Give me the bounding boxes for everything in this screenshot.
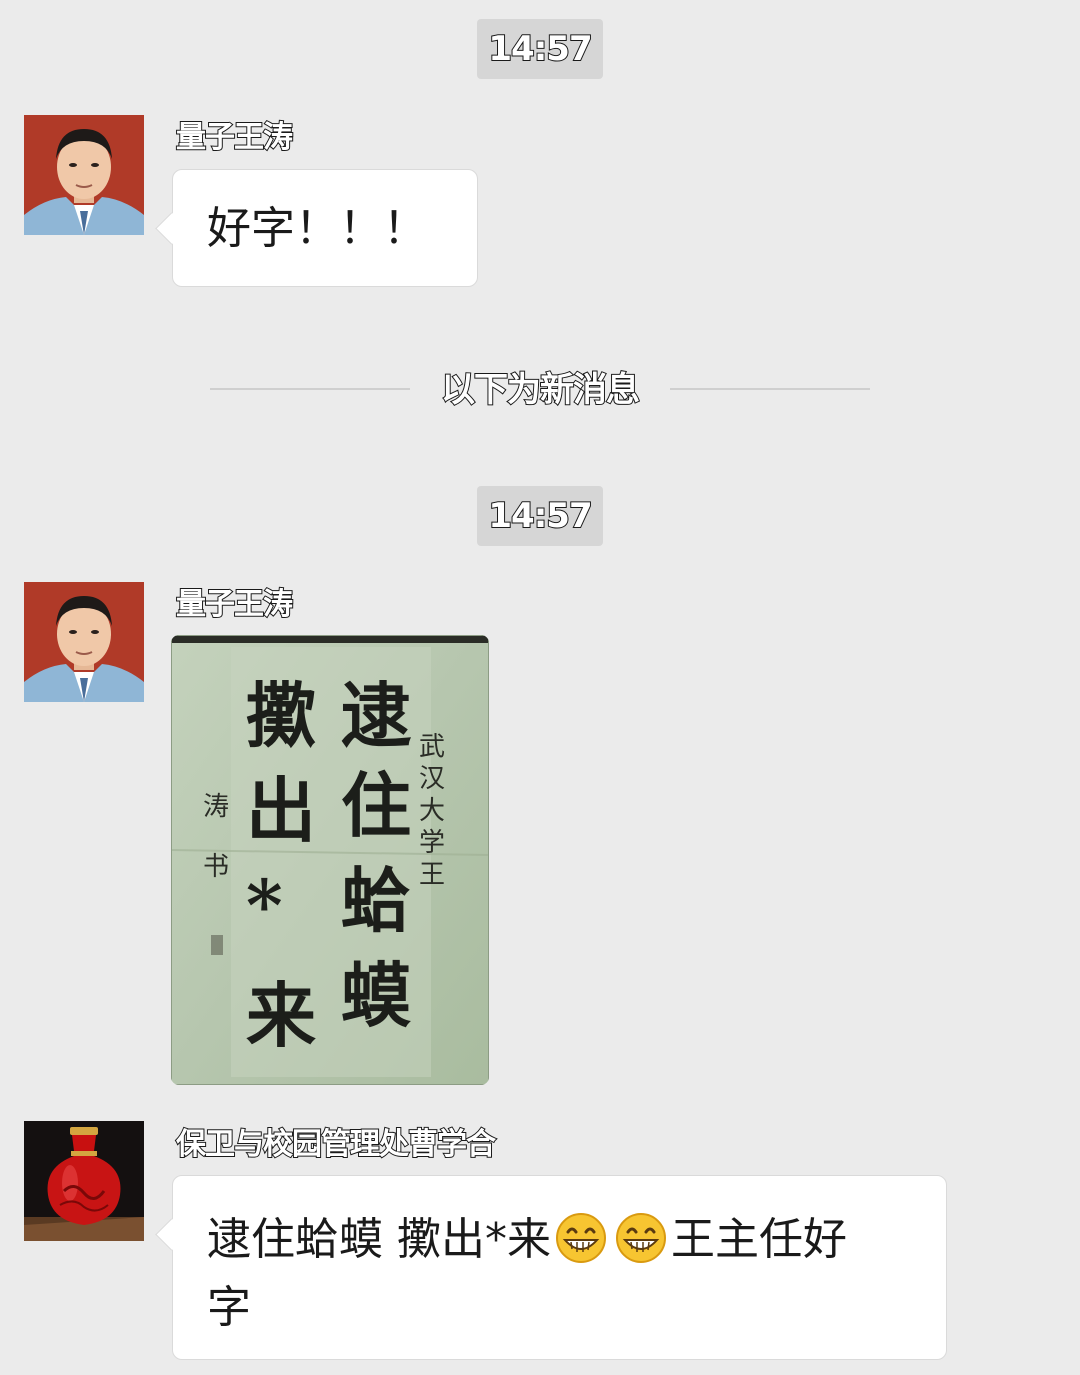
inscription-char: 武 (419, 732, 445, 762)
message-text-line2: 字 (207, 1282, 251, 1333)
portrait-man-icon (24, 115, 144, 235)
message-text-part: 逮住蛤蟆 擹出*来 (207, 1214, 551, 1265)
timestamp-label: 14:57 (477, 19, 603, 79)
bubble-tail (155, 212, 188, 245)
grinning-face-icon (616, 1213, 666, 1263)
calligraphy-char: 住 (341, 764, 411, 847)
calligraphy-char: 蛤 (341, 859, 411, 942)
timestamp-label: 14:57 (477, 486, 603, 546)
message-bubble[interactable]: 好字！！！ (155, 169, 478, 287)
sender-avatar[interactable] (24, 1121, 144, 1241)
sender-name: 保卫与校园管理处曹学合 (175, 1126, 497, 1163)
calligraphy-char: 来 (246, 974, 316, 1057)
calligraphy-char: 出 (246, 769, 316, 852)
divider-line-right (670, 388, 870, 390)
red-vase-icon (24, 1121, 144, 1241)
calligraphy-char: 擹 (246, 674, 316, 757)
message-bubble[interactable]: 逮住蛤蟆 擹出*来 王主任好 字 (155, 1175, 947, 1360)
sender-name: 量子王涛 (175, 586, 294, 623)
sender-avatar[interactable] (24, 582, 144, 702)
portrait-man-icon (24, 582, 144, 702)
message-text-part: 王主任好 (671, 1214, 847, 1265)
grinning-face-icon (556, 1213, 606, 1263)
inscription-char: 大 (419, 796, 445, 826)
inscription-char: 学 (419, 828, 445, 858)
calligraphy-char: * (246, 864, 283, 947)
inscription-char: 汉 (419, 764, 445, 794)
bubble-tail (155, 1218, 188, 1251)
sender-avatar[interactable] (24, 115, 144, 235)
message-text: 好字！！！ (207, 203, 427, 254)
calligraphy-image[interactable]: 逮 住 蛤 蟆 擹 出 * 来 武 汉 大 学 王 涛 书 (171, 635, 489, 1085)
sender-name: 量子王涛 (175, 119, 294, 156)
inscription-char: 王 (419, 860, 445, 890)
calligraphy-photo: 逮 住 蛤 蟆 擹 出 * 来 武 汉 大 学 王 涛 书 (171, 635, 489, 1085)
calligraphy-char: 蟆 (341, 954, 411, 1037)
calligraphy-char: 逮 (341, 674, 412, 757)
new-messages-divider: 以下为新消息 (440, 369, 641, 411)
inscription-char: 涛 (203, 792, 229, 822)
message-text: 逮住蛤蟆 擹出*来 王主任好 (207, 1206, 926, 1274)
inscription-char: 书 (203, 852, 229, 882)
divider-line-left (210, 388, 410, 390)
